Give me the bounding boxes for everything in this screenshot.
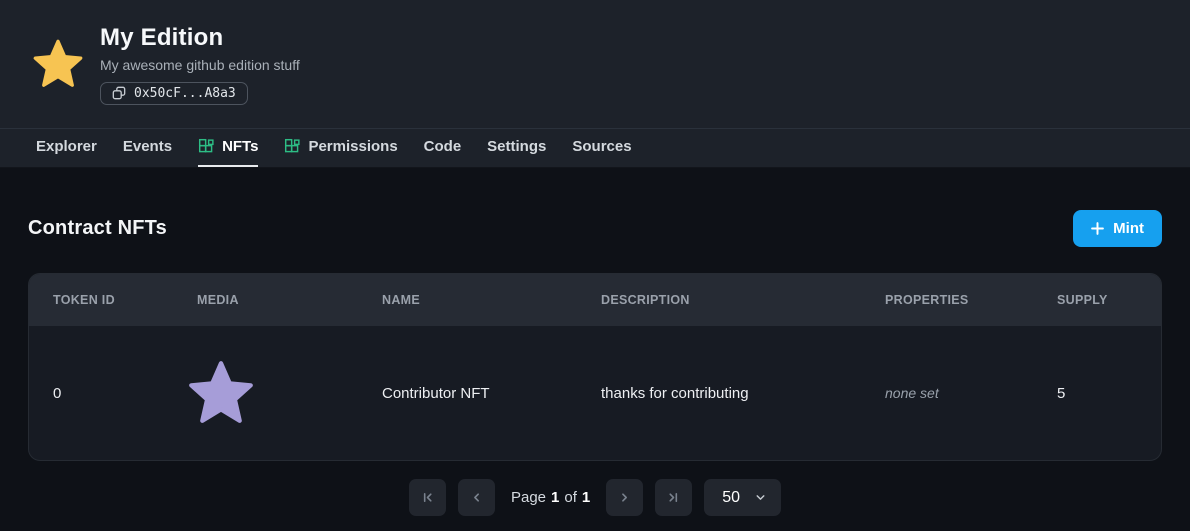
next-page-button[interactable] <box>606 479 643 516</box>
first-page-button[interactable] <box>409 479 446 516</box>
previous-page-button[interactable] <box>458 479 495 516</box>
page-label: Page <box>511 489 546 506</box>
contract-header: My Edition My awesome github edition stu… <box>0 0 1190 128</box>
total-pages: 1 <box>582 489 590 506</box>
purple-star-image <box>187 359 255 427</box>
of-label: of <box>564 489 577 506</box>
nft-table: Token ID Media Name Description Properti… <box>28 273 1162 461</box>
contract-address: 0x50cF...A8a3 <box>134 86 236 101</box>
tab-permissions[interactable]: Permissions <box>284 129 397 167</box>
column-header-supply: Supply <box>1033 293 1161 307</box>
cell-properties: none set <box>861 385 1033 401</box>
chevron-left-icon <box>469 490 484 505</box>
tab-label: Permissions <box>308 138 397 155</box>
contract-tab-bar: Explorer Events NFTs <box>0 128 1190 168</box>
tab-label: NFTs <box>222 138 258 155</box>
cell-description: thanks for contributing <box>577 385 861 402</box>
copy-icon <box>112 86 126 100</box>
tab-events[interactable]: Events <box>123 129 172 167</box>
cell-token-id: 0 <box>29 385 173 402</box>
cell-media <box>173 359 358 427</box>
column-header-name: Name <box>358 293 577 307</box>
page-indicator: Page 1 of 1 <box>511 489 590 506</box>
column-header-description: Description <box>577 293 861 307</box>
tab-settings[interactable]: Settings <box>487 129 546 167</box>
tab-label: Sources <box>572 138 631 155</box>
mint-button[interactable]: Mint <box>1073 210 1162 247</box>
contract-address-badge[interactable]: 0x50cF...A8a3 <box>100 82 248 105</box>
tab-nfts[interactable]: NFTs <box>198 129 258 167</box>
section-heading: Contract NFTs <box>28 217 167 240</box>
cell-supply: 5 <box>1033 385 1161 402</box>
cell-name: Contributor NFT <box>358 385 577 402</box>
tab-explorer[interactable]: Explorer <box>36 129 97 167</box>
gold-star-icon <box>32 38 84 90</box>
chevron-down-icon <box>754 491 767 504</box>
table-header-row: Token ID Media Name Description Properti… <box>29 274 1161 326</box>
column-header-media: Media <box>173 293 358 307</box>
nfts-panel: Contract NFTs Mint Token ID Media Name D… <box>0 210 1190 516</box>
last-page-icon <box>666 490 681 505</box>
pagination: Page 1 of 1 50 <box>28 479 1162 516</box>
column-header-properties: Properties <box>861 293 1033 307</box>
extension-icon <box>198 138 215 155</box>
table-row[interactable]: 0 Contributor NFT thanks for contributin… <box>29 326 1161 460</box>
column-header-token-id: Token ID <box>29 293 173 307</box>
plus-icon <box>1091 222 1104 235</box>
page-size-select[interactable]: 50 <box>704 479 781 516</box>
page-size-value: 50 <box>722 489 740 507</box>
last-page-button[interactable] <box>655 479 692 516</box>
tab-label: Events <box>123 138 172 155</box>
tab-sources[interactable]: Sources <box>572 129 631 167</box>
chevron-right-icon <box>617 490 632 505</box>
tab-label: Code <box>424 138 462 155</box>
extension-icon <box>284 138 301 155</box>
tab-code[interactable]: Code <box>424 129 462 167</box>
tab-label: Explorer <box>36 138 97 155</box>
current-page: 1 <box>551 489 559 506</box>
first-page-icon <box>420 490 435 505</box>
contract-subtitle: My awesome github edition stuff <box>100 57 300 73</box>
tab-label: Settings <box>487 138 546 155</box>
mint-button-label: Mint <box>1113 220 1144 237</box>
contract-logo <box>32 38 84 90</box>
contract-title: My Edition <box>100 24 300 52</box>
